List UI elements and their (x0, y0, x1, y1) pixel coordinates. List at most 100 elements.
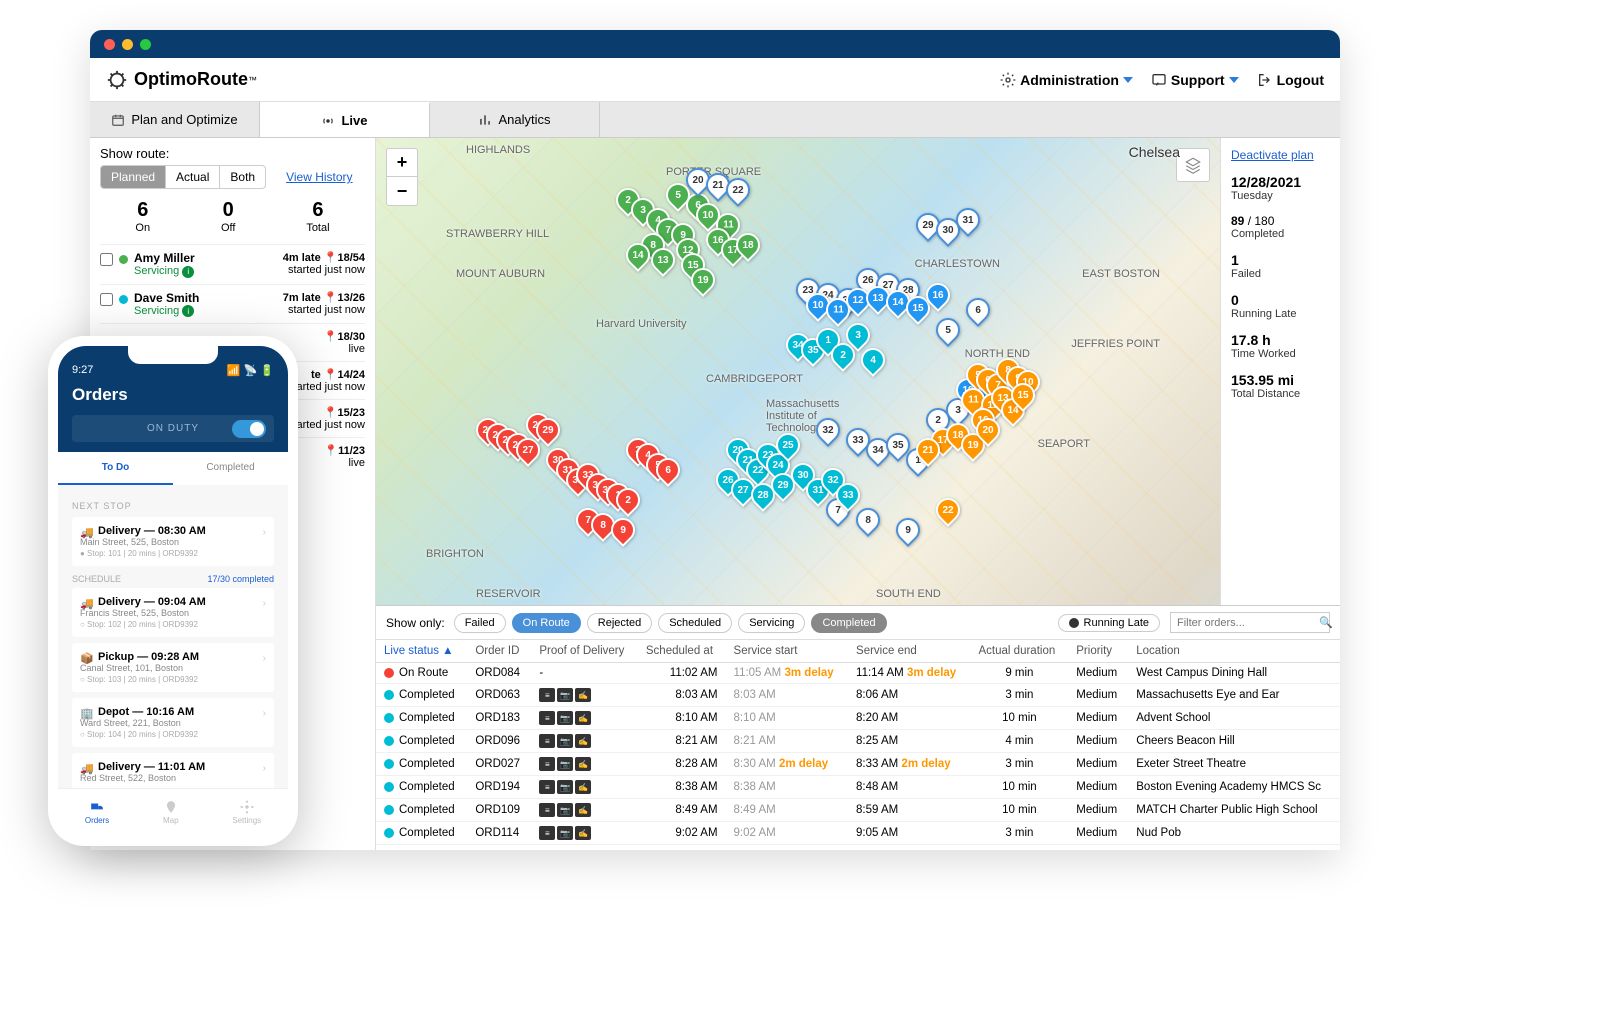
logo: OptimoRoute™ (106, 69, 257, 91)
orders-panel: Show only: Failed On Route Rejected Sche… (376, 605, 1340, 850)
th-pod[interactable]: Proof of Delivery (531, 640, 638, 663)
map-label: NORTH END (965, 348, 1030, 360)
th-prio[interactable]: Priority (1068, 640, 1128, 663)
zoom-out[interactable]: − (387, 177, 417, 205)
logout-link[interactable]: Logout (1257, 72, 1324, 88)
phone-tab-todo[interactable]: To Do (58, 452, 173, 485)
chevron-icon: › (263, 763, 266, 774)
route-segment: Planned Actual Both (100, 165, 266, 189)
th-loc[interactable]: Location (1128, 640, 1340, 663)
phone-order-item[interactable]: 📦Pickup — 09:28 AM Canal Street, 101, Bo… (72, 643, 274, 692)
gear-icon (240, 800, 254, 814)
phone-body: NEXT STOP 🚚Delivery — 08:30 AM Main Stre… (58, 485, 288, 795)
filter-search[interactable]: 🔍 (1170, 612, 1330, 633)
map-pin[interactable]: 9 (891, 513, 925, 547)
chevron-icon: › (263, 653, 266, 664)
table-row[interactable]: Completed ORD027≡📷✍ 8:28 AM 8:30 AM 2m d… (376, 753, 1340, 776)
th-end[interactable]: Service end (848, 640, 970, 663)
notch (128, 346, 218, 364)
map-label: SEAPORT (1038, 438, 1090, 450)
layers-button[interactable] (1176, 148, 1210, 182)
table-row[interactable]: Completed ORD183≡📷✍ 8:10 AM 8:10 AM 8:20… (376, 707, 1340, 730)
running-late-chip[interactable]: Running Late (1058, 614, 1160, 632)
map-label: HIGHLANDS (466, 144, 530, 156)
phone-screen: 9:27 📶 📡 🔋 Orders ON DUTY To Do Complete… (58, 346, 288, 836)
map-label: MOUNT AUBURN (456, 268, 545, 280)
footer-settings[interactable]: Settings (232, 800, 261, 825)
phone-footer: Orders Map Settings (58, 788, 288, 836)
phone-order-item[interactable]: 🏢Depot — 10:16 AM Ward Street, 221, Bost… (72, 698, 274, 747)
tab-live[interactable]: Live (260, 102, 430, 137)
th-status[interactable]: Live status ▲ (376, 640, 467, 663)
th-order[interactable]: Order ID (467, 640, 531, 663)
chip-rejected[interactable]: Rejected (587, 613, 652, 633)
map-label: Massachusetts Institute of Technology (766, 398, 856, 434)
maximize-dot[interactable] (140, 39, 151, 50)
phone-order-item[interactable]: 🚚Delivery — 09:04 AM Francis Street, 525… (72, 588, 274, 637)
table-row[interactable]: Completed ORD194≡📷✍ 8:38 AM 8:38 AM 8:48… (376, 776, 1340, 799)
map-pin[interactable]: 5 (931, 313, 965, 347)
toggle-icon (232, 420, 266, 438)
caret-icon (1123, 77, 1133, 83)
map-label: CAMBRIDGEPORT (706, 373, 803, 385)
tab-plan[interactable]: Plan and Optimize (90, 102, 260, 137)
chevron-icon: › (263, 708, 266, 719)
tab-analytics[interactable]: Analytics (430, 102, 600, 137)
schedule-label: SCHEDULE (72, 574, 121, 584)
th-dur[interactable]: Actual duration (971, 640, 1069, 663)
driver-row[interactable]: Amy MillerServicing i 4m late 📍18/54star… (100, 244, 365, 284)
chevron-icon: › (263, 598, 266, 609)
phone-order-item[interactable]: 🚚Delivery — 11:01 AM Red Street, 522, Bo… (72, 753, 274, 791)
th-sched[interactable]: Scheduled at (638, 640, 726, 663)
phone-order-item[interactable]: 🚚Delivery — 08:30 AM Main Street, 525, B… (72, 517, 274, 566)
chip-onroute[interactable]: On Route (512, 613, 581, 633)
table-row[interactable]: Completed ORD109≡📷✍ 8:49 AM 8:49 AM 8:59… (376, 799, 1340, 822)
truck-icon (88, 800, 106, 814)
table-row[interactable]: Completed ORD096≡📷✍ 8:21 AM 8:21 AM 8:25… (376, 730, 1340, 753)
phone-tab-completed[interactable]: Completed (173, 452, 288, 485)
close-dot[interactable] (104, 39, 115, 50)
deactivate-link[interactable]: Deactivate plan (1231, 148, 1330, 162)
table-row[interactable]: Completed ORD114≡📷✍ 9:02 AM 9:02 AM 9:05… (376, 822, 1340, 845)
map-pin[interactable]: 8 (851, 503, 885, 537)
seg-both[interactable]: Both (220, 166, 265, 188)
map-label: STRAWBERRY HILL (446, 228, 549, 240)
chip-completed[interactable]: Completed (811, 613, 886, 633)
next-stop-label: NEXT STOP (72, 501, 274, 511)
topbar: OptimoRoute™ Administration Support Logo… (90, 58, 1340, 102)
support-link[interactable]: Support (1151, 72, 1239, 88)
admin-link[interactable]: Administration (1000, 72, 1133, 88)
show-only-label: Show only: (386, 616, 445, 630)
driver-row[interactable]: Dave SmithServicing i 7m late 📍13/26star… (100, 284, 365, 324)
seg-actual[interactable]: Actual (166, 166, 220, 188)
zoom-in[interactable]: + (387, 149, 417, 177)
map-label: EAST BOSTON (1082, 268, 1160, 280)
seg-planned[interactable]: Planned (101, 166, 166, 188)
footer-map[interactable]: Map (163, 800, 179, 825)
table-row[interactable]: Completed ORD063≡📷✍ 8:03 AM 8:03 AM 8:06… (376, 684, 1340, 707)
map-label: JEFFRIES POINT (1071, 338, 1160, 350)
chip-failed[interactable]: Failed (454, 613, 506, 633)
view-history-link[interactable]: View History (286, 170, 352, 184)
duty-toggle[interactable]: ON DUTY (72, 415, 274, 442)
map-label-chelsea: Chelsea (1129, 144, 1180, 160)
driver-checkbox[interactable] (100, 293, 113, 306)
chip-scheduled[interactable]: Scheduled (658, 613, 732, 633)
minimize-dot[interactable] (122, 39, 133, 50)
chip-servicing[interactable]: Servicing (738, 613, 805, 633)
zoom-control: + − (386, 148, 418, 206)
phone-mockup: 9:27 📶 📡 🔋 Orders ON DUTY To Do Complete… (48, 336, 298, 846)
window-titlebar (90, 30, 1340, 58)
calendar-icon (111, 113, 125, 127)
table-row[interactable]: On Route ORD084- 11:02 AM 11:05 AM 3m de… (376, 663, 1340, 684)
logout-icon (1257, 72, 1273, 88)
live-icon (321, 114, 335, 128)
footer-orders[interactable]: Orders (85, 800, 109, 825)
chevron-icon: › (263, 527, 266, 538)
map-pin[interactable]: 6 (961, 293, 995, 327)
map-pin[interactable]: 22 (931, 493, 965, 527)
driver-checkbox[interactable] (100, 253, 113, 266)
filter-input[interactable] (1177, 617, 1319, 629)
th-start[interactable]: Service start (726, 640, 849, 663)
phone-tabs: To Do Completed (58, 452, 288, 485)
